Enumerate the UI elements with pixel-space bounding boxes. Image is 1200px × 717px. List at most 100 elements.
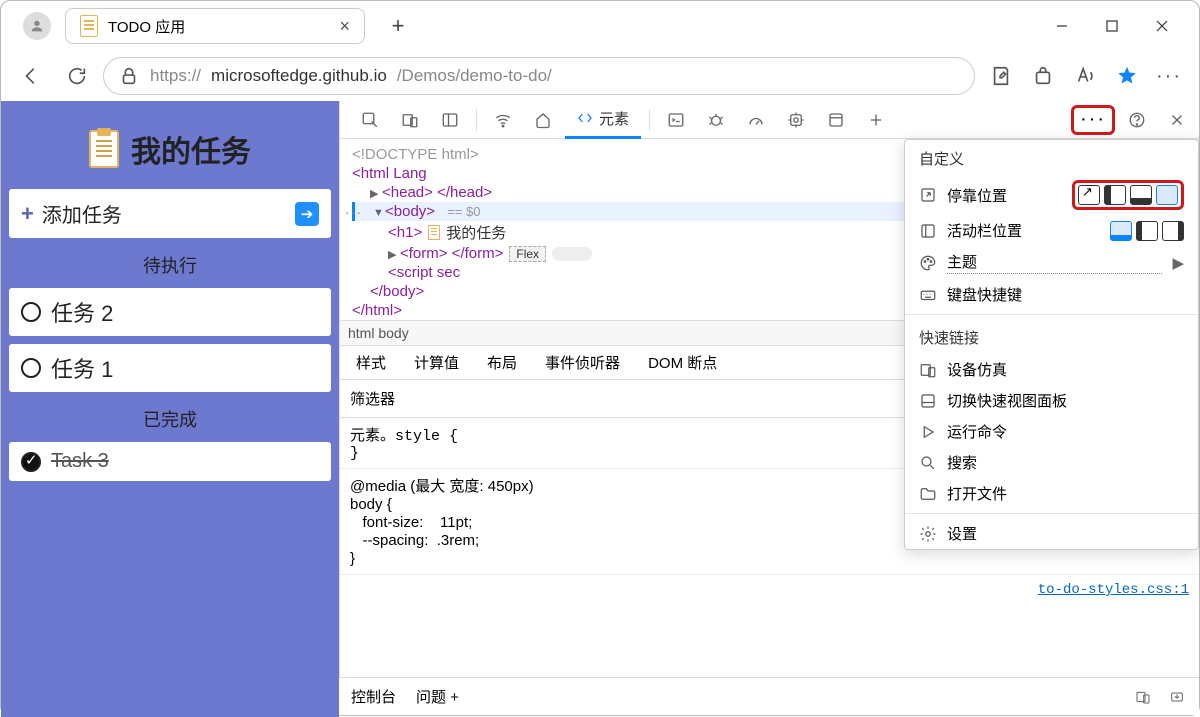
dom-head[interactable]: <head> </head> bbox=[382, 184, 492, 201]
activity-bar-icon bbox=[919, 222, 937, 240]
menu-shortcuts-label: 键盘快捷键 bbox=[947, 284, 1184, 305]
app-heading-text: 我的任务 bbox=[131, 127, 251, 171]
task-text: Task 3 bbox=[51, 450, 109, 473]
app-heading: 我的任务 bbox=[9, 109, 331, 181]
submit-arrow-icon[interactable]: ➔ bbox=[295, 202, 319, 226]
todo-app-pane: 我的任务 + 添加任务 ➔ 待执行 任务 2 任务 1 已完成 Task 3 bbox=[1, 101, 339, 717]
memory-icon[interactable] bbox=[778, 105, 814, 135]
devtools-close-icon[interactable] bbox=[1159, 105, 1195, 135]
dom-html-open: <html Lang bbox=[352, 165, 427, 182]
devtools-toolbar: 元素 ··· bbox=[340, 101, 1199, 139]
devtools-drawer: 控制台 问题 + bbox=[339, 677, 1199, 715]
favorite-star-icon[interactable] bbox=[1107, 56, 1147, 96]
dock-right-button[interactable] bbox=[1156, 185, 1178, 205]
application-icon[interactable] bbox=[818, 105, 854, 135]
window-close-button[interactable] bbox=[1137, 8, 1187, 44]
wifi-icon[interactable] bbox=[485, 105, 521, 135]
quickview-icon bbox=[919, 392, 937, 410]
task-item[interactable]: 任务 2 bbox=[9, 288, 331, 336]
menu-device-emulation[interactable]: 设备仿真 bbox=[905, 354, 1198, 385]
shopping-icon[interactable] bbox=[1023, 56, 1063, 96]
help-icon[interactable] bbox=[1119, 105, 1155, 135]
dock-icon bbox=[919, 186, 937, 204]
checkbox-checked-icon[interactable] bbox=[21, 452, 41, 472]
activity-right-button[interactable] bbox=[1162, 221, 1184, 241]
menu-activity-row: 活动栏位置 bbox=[905, 215, 1198, 246]
menu-theme-label: 主题 bbox=[947, 251, 1162, 274]
drawer-expand-icon[interactable] bbox=[1167, 689, 1187, 705]
new-tab-button[interactable]: + bbox=[383, 11, 413, 41]
drawer-tab-issues[interactable]: 问题 + bbox=[416, 686, 459, 707]
folder-icon bbox=[919, 485, 937, 503]
close-tab-icon[interactable]: × bbox=[339, 16, 350, 37]
device-icon bbox=[919, 361, 937, 379]
chevron-right-icon: ▶ bbox=[1172, 254, 1184, 272]
css-source-link-2[interactable]: to-do-styles.css:1 bbox=[340, 575, 1199, 604]
checkbox-icon[interactable] bbox=[21, 358, 41, 378]
menu-shortcuts-row[interactable]: 键盘快捷键 bbox=[905, 279, 1198, 310]
devtools-customize-menu: 自定义 停靠位置 活动栏位置 bbox=[904, 139, 1199, 550]
inspect-icon[interactable] bbox=[352, 105, 388, 135]
menu-section-customize: 自定义 bbox=[905, 140, 1198, 175]
device-emulation-icon[interactable] bbox=[392, 105, 428, 135]
window-controls bbox=[1037, 8, 1191, 44]
dock-left-button[interactable] bbox=[1104, 185, 1126, 205]
dock-popout-button[interactable] bbox=[1078, 185, 1100, 205]
tab-dom-breakpoints[interactable]: DOM 断点 bbox=[648, 352, 717, 373]
dom-body-close: </body> bbox=[370, 283, 424, 300]
address-bar[interactable]: https://microsoftedge.github.io/Demos/de… bbox=[103, 57, 975, 95]
read-aloud-icon[interactable] bbox=[1065, 56, 1105, 96]
menu-toggle-quickview[interactable]: 切换快速视图面板 bbox=[905, 385, 1198, 416]
checkbox-icon[interactable] bbox=[21, 302, 41, 322]
tab-elements[interactable]: 元素 bbox=[565, 101, 641, 139]
menu-open-file[interactable]: 打开文件 bbox=[905, 478, 1198, 509]
edit-icon[interactable] bbox=[981, 56, 1021, 96]
tab-computed[interactable]: 计算值 bbox=[414, 352, 459, 373]
panel-icon[interactable] bbox=[432, 105, 468, 135]
add-task-input[interactable]: + 添加任务 ➔ bbox=[9, 189, 331, 238]
gear-icon bbox=[919, 525, 937, 543]
window-titlebar: TODO 应用 × + bbox=[1, 1, 1199, 51]
activity-bottom-button[interactable] bbox=[1110, 221, 1132, 241]
task-item-done[interactable]: Task 3 bbox=[9, 442, 331, 481]
back-button[interactable] bbox=[11, 56, 51, 96]
browser-more-icon[interactable]: ··· bbox=[1149, 56, 1189, 96]
palette-icon bbox=[919, 254, 937, 272]
dock-bottom-button[interactable] bbox=[1130, 185, 1152, 205]
dom-html-close: </html> bbox=[352, 302, 402, 319]
drawer-more-icon[interactable] bbox=[1133, 689, 1153, 705]
tab-layout[interactable]: 布局 bbox=[487, 352, 517, 373]
bug-icon[interactable] bbox=[698, 105, 734, 135]
reload-button[interactable] bbox=[57, 56, 97, 96]
add-task-label: 添加任务 bbox=[42, 199, 122, 228]
task-item[interactable]: 任务 1 bbox=[9, 344, 331, 392]
home-icon[interactable] bbox=[525, 105, 561, 135]
section-todo-label: 待执行 bbox=[9, 246, 331, 280]
browser-tab[interactable]: TODO 应用 × bbox=[65, 8, 365, 44]
plus-icon: + bbox=[21, 201, 34, 227]
profile-avatar[interactable] bbox=[23, 12, 51, 40]
devtools-more-button[interactable]: ··· bbox=[1071, 105, 1115, 135]
menu-search[interactable]: 搜索 bbox=[905, 447, 1198, 478]
menu-dock-label: 停靠位置 bbox=[947, 185, 1062, 206]
url-host: microsoftedge.github.io bbox=[211, 66, 387, 86]
activity-left-button[interactable] bbox=[1136, 221, 1158, 241]
tab-styles[interactable]: 样式 bbox=[356, 352, 386, 373]
drawer-tab-console[interactable]: 控制台 bbox=[351, 686, 396, 707]
devtools-pane: 元素 ··· <!DOCTYPE html> <html Lang ▶<head… bbox=[339, 101, 1199, 717]
clipboard-icon bbox=[428, 225, 440, 240]
menu-activity-label: 活动栏位置 bbox=[947, 220, 1100, 241]
menu-run-command[interactable]: 运行命令 bbox=[905, 416, 1198, 447]
maximize-button[interactable] bbox=[1087, 8, 1137, 44]
menu-theme-row[interactable]: 主题 ▶ bbox=[905, 246, 1198, 279]
search-icon bbox=[919, 454, 937, 472]
section-done-label: 已完成 bbox=[9, 400, 331, 434]
performance-icon[interactable] bbox=[738, 105, 774, 135]
browser-toolbar: https://microsoftedge.github.io/Demos/de… bbox=[1, 51, 1199, 101]
task-text: 任务 2 bbox=[51, 296, 113, 328]
minimize-button[interactable] bbox=[1037, 8, 1087, 44]
tab-listeners[interactable]: 事件侦听器 bbox=[545, 352, 620, 373]
add-tab-icon[interactable] bbox=[858, 105, 894, 135]
menu-settings[interactable]: 设置 bbox=[905, 518, 1198, 549]
console-icon[interactable] bbox=[658, 105, 694, 135]
